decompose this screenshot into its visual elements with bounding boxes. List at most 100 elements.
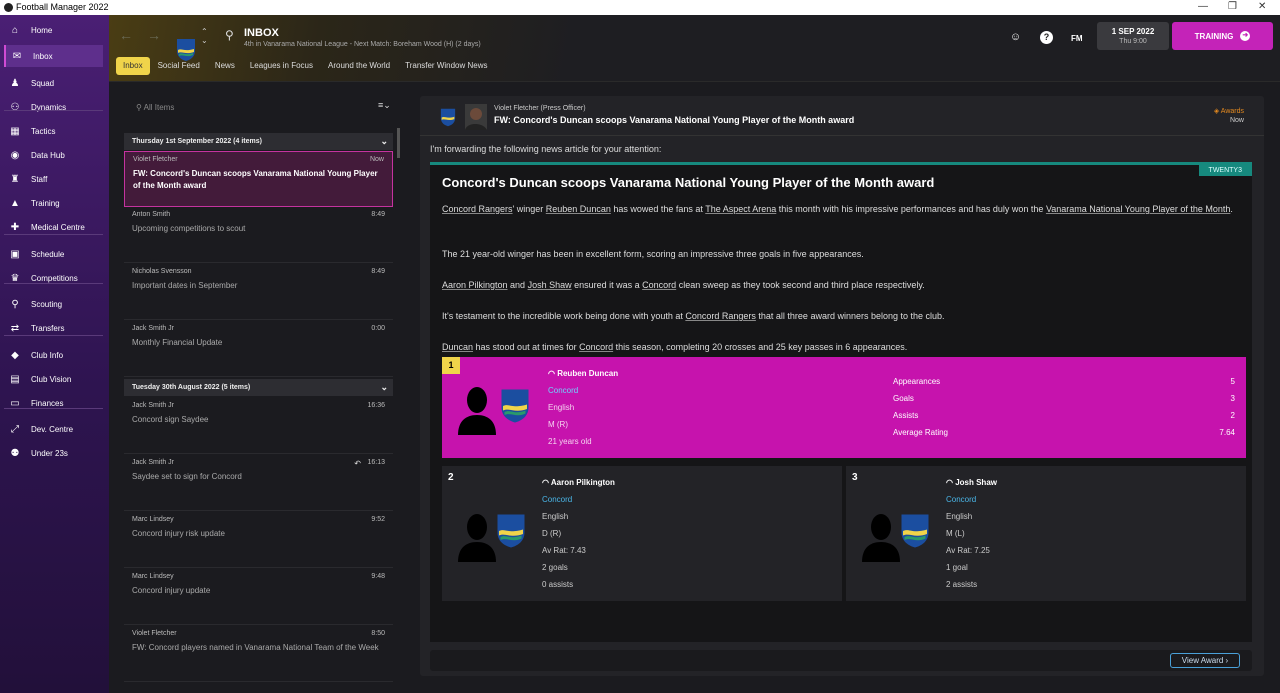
stat-value: 3 [1230,394,1235,403]
search-icon[interactable]: ⚲ [225,28,234,42]
tab-transfer-window-news[interactable]: Transfer Window News [398,57,494,75]
item-subject: Concord injury update [132,586,211,595]
tab-around-the-world[interactable]: Around the World [321,57,397,75]
player-name[interactable]: ◠ Reuben Duncan [548,365,618,382]
tab-leagues-in-focus[interactable]: Leagues in Focus [243,57,320,75]
forward-arrow-icon[interactable]: → [147,27,161,43]
app-icon [4,3,13,12]
list-scrollbar[interactable] [397,128,400,158]
position: D (R) [542,529,562,538]
sidebar-item-home[interactable]: ⌂ Home [4,19,103,41]
sidebar-item-label: Home [31,25,53,35]
link-player[interactable]: Josh Shaw [528,280,572,290]
date-group-header[interactable]: Thursday 1st September 2022 (4 items) ⌄ [124,133,393,150]
player-name-label: Reuben Duncan [557,369,619,378]
link-award[interactable]: Vanarama National Young Player of the Mo… [1046,204,1230,214]
manager-avatar-icon[interactable]: ☺ [1009,31,1022,44]
club-switch-chevron-icon[interactable]: ⌃ ⌄ [201,27,208,45]
player-name-label: Aaron Pilkington [550,478,615,487]
sidebar-item-squad[interactable]: ♟ Squad [4,72,103,94]
message-list-item[interactable]: Anton Smith 8:49 Upcoming competitions to … [124,207,393,263]
maximize-button[interactable]: ❐ [1228,1,1237,12]
sidebar-item-dev-centre[interactable]: ⤢ Dev. Centre [4,418,103,440]
sidebar-divider [4,335,103,336]
search-placeholder: All Items [143,103,175,112]
sidebar-divider [4,408,103,409]
sidebar-item-label: Squad [31,78,55,88]
club-link[interactable]: Concord [946,491,997,508]
continue-training-button[interactable]: TRAINING ➜ [1172,22,1273,50]
calendar-icon: ▣ [10,248,20,260]
trophy-icon: ♛ [10,272,20,284]
sidebar-item-club-vision[interactable]: ▤ Club Vision [4,368,103,390]
back-arrow-icon[interactable]: ← [119,27,133,43]
position: M (L) [946,529,965,538]
message-list-item[interactable]: Nicholas Svensson 8:49 Important dates in … [124,264,393,320]
tab-inbox[interactable]: Inbox [116,57,150,75]
player-name[interactable]: ◠ Josh Shaw [946,474,997,491]
message-list-item[interactable]: Jack Smith Jr 16:13 Saydee set to sign for… [124,455,393,511]
award-winner-card[interactable]: 1 ◠ Reuben Duncan Concord English M (R) … [442,357,1246,458]
minimize-button[interactable]: — [1198,1,1208,12]
tab-news[interactable]: News [208,57,242,75]
link-player[interactable]: Duncan [442,342,473,352]
club-crest-icon [497,514,525,548]
club-link[interactable]: Concord [542,491,615,508]
sidebar-item-scouting[interactable]: ⚲ Scouting [4,293,103,315]
message-list-item[interactable]: Marc Lindsey 9:52 Concord injury risk upda… [124,512,393,568]
sidebar-item-under-23s[interactable]: ⚉ Under 23s [4,442,103,464]
tab-social-feed[interactable]: Social Feed [151,57,207,75]
runner-up-card[interactable]: 2 ◠ Aaron Pilkington Concord English D (… [442,466,842,601]
chevron-down-icon: ⌄ [380,382,388,392]
sidebar-item-data-hub[interactable]: ◉ Data Hub [4,144,103,166]
transfers-icon: ⇄ [10,322,20,334]
message-list-item[interactable]: Jack Smith Jr 0:00 Monthly Financial Updat… [124,321,393,377]
text: that all three award winners belong to t… [755,311,945,321]
message-list-item[interactable]: Marc Lindsey 9:48 Concord injury update [124,569,393,625]
link-club[interactable]: Concord Rangers [685,311,756,321]
link-player[interactable]: Reuben Duncan [546,204,611,214]
sidebar-item-label: Medical Centre [31,222,85,232]
sender-avatar[interactable] [465,104,487,130]
sidebar-item-club-info[interactable]: ◆ Club Info [4,344,103,366]
message-list-item[interactable]: Violet Fletcher 8:50 FW: Concord players n… [124,626,393,682]
dev-centre-icon: ⤢ [11,423,19,435]
date-group-header[interactable]: Tuesday 30th August 2022 (5 items) ⌄ [124,379,393,396]
link-club[interactable]: Concord Rangers [442,204,513,214]
item-sender: Jack Smith Jr [132,325,175,332]
under23-icon: ⚉ [10,447,20,459]
sender-name: Violet Fletcher (Press Officer) [494,105,586,112]
sidebar-item-staff[interactable]: ♜ Staff [4,168,103,190]
link-club[interactable]: Concord [579,342,613,352]
sidebar-item-tactics[interactable]: ▦ Tactics [4,120,103,142]
filter-search[interactable]: ⚲ All Items [136,103,174,112]
sidebar-item-label: Finances [31,398,64,408]
sidebar-item-finances[interactable]: ▭ Finances [4,392,103,414]
fm-menu-button[interactable]: FM [1071,34,1083,43]
link-club[interactable]: Concord [642,280,676,290]
sidebar-item-label: Staff [31,174,48,184]
sidebar-item-competitions[interactable]: ♛ Competitions [4,267,103,289]
close-button[interactable]: ✕ [1258,1,1266,12]
link-stadium[interactable]: The Aspect Arena [705,204,776,214]
club-link[interactable]: Concord [548,382,618,399]
item-sender: Anton Smith [132,211,171,218]
goals: 1 goal [946,563,968,572]
assists: 0 assists [542,580,574,589]
message-panel: Violet Fletcher (Press Officer) FW: Conc… [420,96,1264,676]
link-player[interactable]: Aaron Pilkington [442,280,508,290]
list-options-icon[interactable]: ≡⌄ [378,100,396,114]
sidebar-item-dynamics[interactable]: ⚇ Dynamics [4,96,103,118]
view-award-button[interactable]: View Award › [1170,653,1240,668]
sidebar-item-label: Under 23s [31,448,68,458]
club-crest-icon [440,108,456,127]
awards-tag[interactable]: ◈ Awards [1214,107,1244,115]
message-list-item[interactable]: Jack Smith Jr 16:36 Concord sign Saydee [124,398,393,454]
third-place-card[interactable]: 3 ◠ Josh Shaw Concord English M (L) Av R… [846,466,1246,601]
help-icon[interactable]: ? [1040,31,1053,44]
player-name[interactable]: ◠ Aaron Pilkington [542,474,615,491]
message-list-item[interactable]: Violet Fletcher Now FW: Concord's Duncan s… [124,151,393,207]
sidebar-item-training[interactable]: ▲ Training [4,192,103,214]
sidebar-item-inbox[interactable]: ✉ Inbox [4,45,103,67]
sidebar-item-schedule[interactable]: ▣ Schedule [4,243,103,265]
